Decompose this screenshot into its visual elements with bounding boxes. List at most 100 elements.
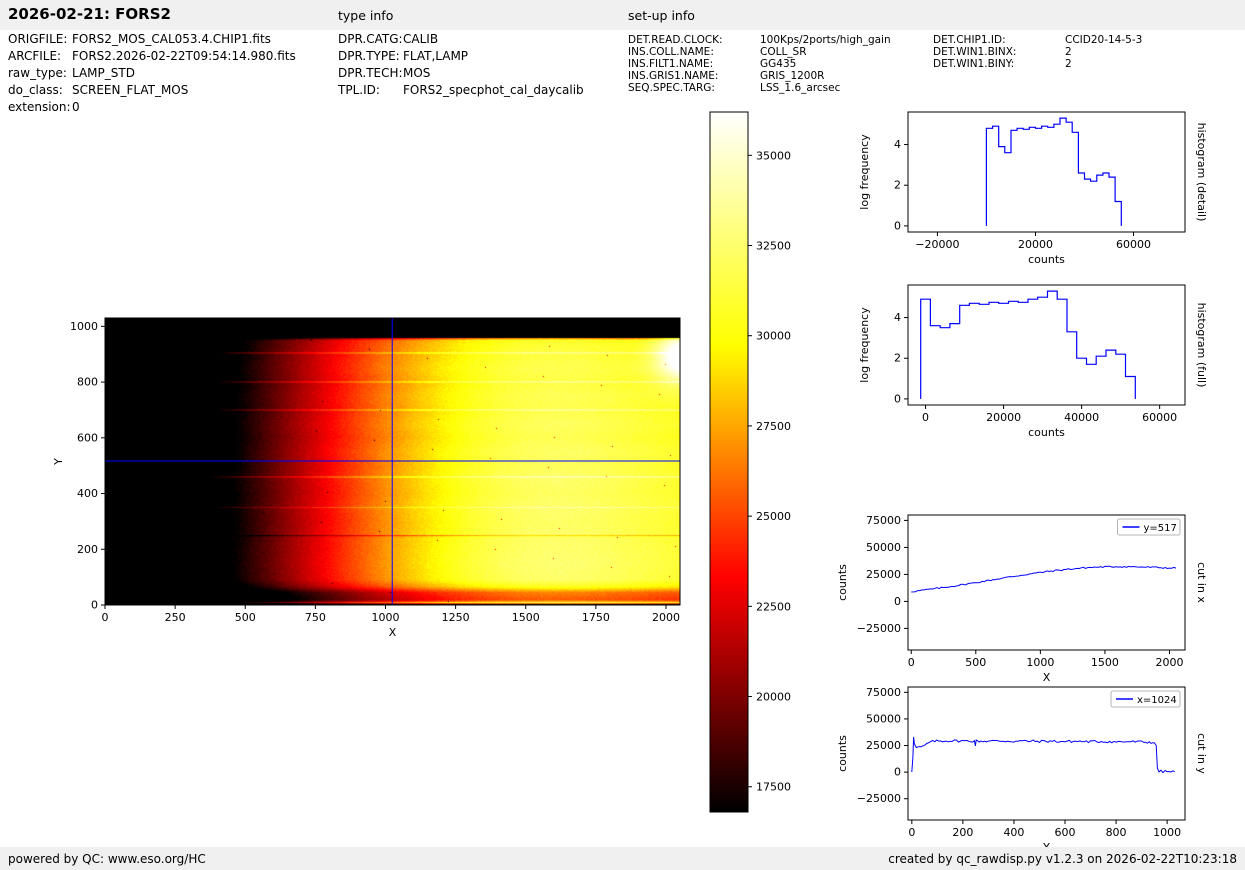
field-value: 2 (1065, 58, 1072, 70)
svg-text:y=517: y=517 (1144, 523, 1177, 534)
field-ins-filt1-name: INS.FILT1.NAME:GG435 (628, 58, 891, 70)
svg-text:1500: 1500 (512, 611, 540, 624)
field-value: MOS (403, 66, 430, 80)
svg-text:1250: 1250 (442, 611, 470, 624)
setup-info-block-2: DET.CHIP1.ID:CCID20-14-5-3 DET.WIN1.BINX… (933, 34, 1142, 70)
svg-text:25000: 25000 (866, 568, 901, 581)
field-label: DPR.TECH: (338, 65, 403, 82)
svg-text:X: X (389, 626, 397, 639)
svg-text:0: 0 (894, 766, 901, 779)
field-arcfile: ARCFILE:FORS2.2026-02-22T09:54:14.980.fi… (8, 48, 296, 65)
svg-text:histogram (detail): histogram (detail) (1195, 123, 1208, 222)
svg-text:17500: 17500 (756, 781, 791, 794)
svg-text:500: 500 (235, 611, 256, 624)
field-label: DPR.CATG: (338, 31, 403, 48)
svg-text:−25000: −25000 (857, 792, 901, 805)
svg-text:2000: 2000 (652, 611, 680, 624)
histogram-full-plot: 0200004000060000024countslog frequencyhi… (838, 268, 1245, 448)
field-tpl-id: TPL.ID:FORS2_specphot_cal_daycalib (338, 82, 584, 99)
field-value: FORS2.2026-02-22T09:54:14.980.fits (72, 49, 296, 63)
svg-text:600: 600 (1055, 826, 1076, 839)
svg-text:600: 600 (77, 431, 98, 444)
field-label: INS.FILT1.NAME: (628, 58, 760, 70)
field-value: CCID20-14-5-3 (1065, 34, 1142, 46)
svg-text:60000: 60000 (1116, 238, 1151, 251)
field-det-read-clock: DET.READ.CLOCK:100Kps/2ports/high_gain (628, 34, 891, 46)
field-label: DET.WIN1.BINY: (933, 58, 1065, 70)
field-ins-coll-name: INS.COLL.NAME:COLL_SR (628, 46, 891, 58)
field-label: TPL.ID: (338, 82, 403, 99)
svg-text:−20000: −20000 (915, 238, 959, 251)
footer-bar: powered by QC: www.eso.org/HC created by… (0, 847, 1245, 870)
field-ins-gris1-name: INS.GRIS1.NAME:GRIS_1200R (628, 70, 891, 82)
field-value: 0 (72, 100, 80, 114)
cut-in-x-plot: 0500100015002000−250000250005000075000Xc… (838, 498, 1245, 683)
svg-text:800: 800 (1106, 826, 1127, 839)
field-label: DPR.TYPE: (338, 48, 403, 65)
field-label: extension: (8, 99, 72, 116)
field-label: INS.COLL.NAME: (628, 46, 760, 58)
svg-text:Y: Y (52, 458, 65, 466)
svg-text:counts: counts (1028, 253, 1065, 266)
footer-powered-by: powered by QC: www.eso.org/HC (8, 852, 206, 866)
svg-text:32500: 32500 (756, 240, 791, 253)
svg-text:counts: counts (838, 564, 849, 601)
svg-text:0: 0 (894, 392, 901, 405)
histogram-detail-plot: −200002000060000024countslog frequencyhi… (838, 95, 1245, 275)
svg-text:0: 0 (922, 411, 929, 424)
field-value: COLL_SR (760, 46, 807, 58)
svg-text:2: 2 (894, 352, 901, 365)
svg-text:1000: 1000 (70, 320, 98, 333)
svg-text:250: 250 (165, 611, 186, 624)
field-label: INS.GRIS1.NAME: (628, 70, 760, 82)
field-origfile: ORIGFILE:FORS2_MOS_CAL053.4.CHIP1.fits (8, 31, 296, 48)
svg-text:500: 500 (965, 656, 986, 669)
qc-report-page: 2026-02-21: FORS2 type info set-up info … (0, 0, 1245, 870)
field-det-chip1-id: DET.CHIP1.ID:CCID20-14-5-3 (933, 34, 1142, 46)
file-info-block: ORIGFILE:FORS2_MOS_CAL053.4.CHIP1.fits A… (8, 31, 296, 116)
field-label: ARCFILE: (8, 48, 72, 65)
svg-text:log frequency: log frequency (858, 307, 871, 383)
raw-image-plot: 0250500750100012501500175020000200400600… (40, 295, 700, 660)
svg-text:0: 0 (102, 611, 109, 624)
field-value: LAMP_STD (72, 66, 135, 80)
type-info-block: DPR.CATG:CALIB DPR.TYPE:FLAT,LAMP DPR.TE… (338, 31, 584, 99)
svg-text:histogram (full): histogram (full) (1195, 303, 1208, 388)
svg-text:40000: 40000 (1064, 411, 1099, 424)
svg-text:27500: 27500 (756, 420, 791, 433)
field-seq-spec-targ: SEQ.SPEC.TARG:LSS_1.6_arcsec (628, 82, 891, 94)
svg-text:1500: 1500 (1091, 656, 1119, 669)
field-label: DET.WIN1.BINX: (933, 46, 1065, 58)
svg-text:cut in y: cut in y (1195, 733, 1208, 774)
svg-text:0: 0 (908, 656, 915, 669)
field-dpr-tech: DPR.TECH:MOS (338, 65, 584, 82)
svg-text:counts: counts (1028, 426, 1065, 439)
page-title: 2026-02-21: FORS2 (8, 5, 171, 23)
field-label: SEQ.SPEC.TARG: (628, 82, 760, 94)
field-value: FORS2_specphot_cal_daycalib (403, 83, 584, 97)
svg-text:35000: 35000 (756, 149, 791, 162)
svg-text:25000: 25000 (866, 739, 901, 752)
cut-in-y-plot: 02004006008001000−250000250005000075000Y… (838, 670, 1245, 855)
svg-text:1000: 1000 (371, 611, 399, 624)
setup-info-block-1: DET.READ.CLOCK:100Kps/2ports/high_gain I… (628, 34, 891, 94)
field-value: CALIB (403, 32, 438, 46)
type-info-heading: type info (338, 8, 393, 23)
field-label: raw_type: (8, 65, 72, 82)
svg-text:400: 400 (1003, 826, 1024, 839)
field-value: FLAT,LAMP (403, 49, 468, 63)
field-det-win1-biny: DET.WIN1.BINY:2 (933, 58, 1142, 70)
field-label: ORIGFILE: (8, 31, 72, 48)
field-extension: extension:0 (8, 99, 296, 116)
svg-text:20000: 20000 (1018, 238, 1053, 251)
svg-text:800: 800 (77, 376, 98, 389)
field-value: LSS_1.6_arcsec (760, 82, 840, 94)
header-bar: 2026-02-21: FORS2 type info set-up info (0, 0, 1245, 30)
svg-text:0: 0 (894, 595, 901, 608)
field-do-class: do_class:SCREEN_FLAT_MOS (8, 82, 296, 99)
svg-text:25000: 25000 (756, 510, 791, 523)
svg-text:0: 0 (91, 599, 98, 612)
svg-text:x=1024: x=1024 (1137, 695, 1177, 706)
svg-text:0: 0 (908, 826, 915, 839)
svg-text:log frequency: log frequency (858, 134, 871, 210)
